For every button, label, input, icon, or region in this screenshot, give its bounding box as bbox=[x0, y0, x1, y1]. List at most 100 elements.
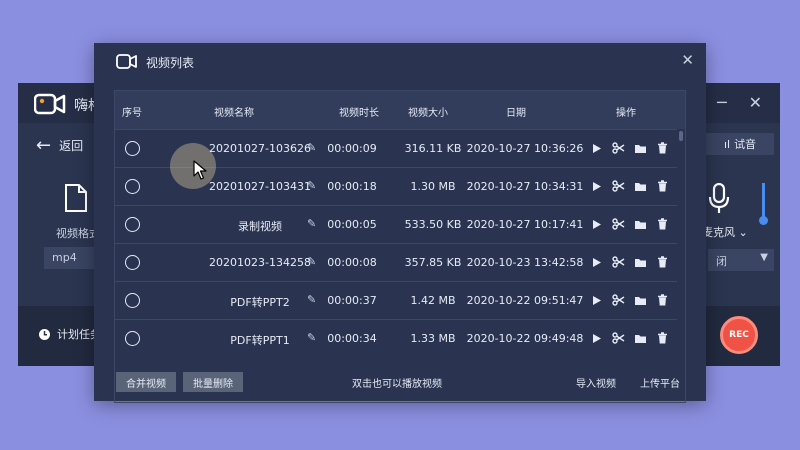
back-label: 返回 bbox=[59, 139, 84, 153]
merge-videos-button[interactable]: 合并视频 bbox=[116, 372, 176, 392]
dialog-title: 视频列表 bbox=[146, 56, 195, 70]
video-table: 序号 视频名称 视频时长 视频大小 日期 操作 20201027-103626 ✎… bbox=[114, 90, 686, 403]
table-header: 序号 视频名称 视频时长 视频大小 日期 操作 bbox=[115, 91, 685, 129]
video-duration: 00:00:37 bbox=[327, 294, 377, 307]
row-select-radio[interactable] bbox=[125, 179, 140, 194]
video-date: 2020-10-27 10:34:31 bbox=[466, 180, 584, 193]
row-actions bbox=[589, 141, 669, 155]
microphone-icon[interactable] bbox=[708, 182, 730, 219]
col-actions: 操作 bbox=[616, 108, 636, 119]
scissors-icon[interactable] bbox=[611, 255, 625, 269]
mic-label: 麦克风 ⌄ bbox=[702, 226, 748, 239]
video-date: 2020-10-22 09:51:47 bbox=[466, 294, 584, 307]
mic-volume-slider[interactable] bbox=[762, 183, 765, 219]
mic-select[interactable]: 闭 ▼ bbox=[708, 249, 774, 271]
scissors-icon[interactable] bbox=[611, 217, 625, 231]
video-date: 2020-10-27 10:36:26 bbox=[466, 142, 584, 155]
table-row[interactable]: 录制视频 ✎ 00:00:05 533.50 KB 2020-10-27 10:17:4… bbox=[115, 205, 677, 243]
table-row[interactable]: PDF转PPT1 ✎ 00:00:34 1.33 MB 2020-10-22 09:49… bbox=[115, 319, 677, 357]
schedule-button[interactable]: 计划任务 bbox=[38, 326, 101, 342]
table-row[interactable]: 20201023-134258 ✎ 00:00:08 357.85 KB 2020-10… bbox=[115, 243, 677, 281]
minimize-icon[interactable]: ─ bbox=[717, 93, 727, 112]
record-button[interactable]: REC bbox=[720, 316, 758, 354]
video-size: 316.11 KB bbox=[404, 142, 462, 155]
video-duration: 00:00:09 bbox=[327, 142, 377, 155]
scissors-icon[interactable] bbox=[611, 331, 625, 345]
back-button[interactable]: ← 返回 bbox=[36, 135, 83, 156]
row-actions bbox=[589, 179, 669, 193]
batch-delete-button[interactable]: 批量删除 bbox=[183, 372, 243, 392]
row-select-radio[interactable] bbox=[125, 331, 140, 346]
play-icon[interactable] bbox=[589, 255, 603, 269]
row-actions bbox=[589, 217, 669, 231]
video-duration: 00:00:34 bbox=[327, 332, 377, 345]
play-icon[interactable] bbox=[589, 179, 603, 193]
scissors-icon[interactable] bbox=[611, 141, 625, 155]
video-size: 1.33 MB bbox=[410, 332, 456, 345]
video-duration: 00:00:05 bbox=[327, 218, 377, 231]
trash-icon[interactable] bbox=[655, 141, 669, 155]
folder-icon[interactable] bbox=[633, 331, 647, 345]
camera-icon bbox=[33, 93, 66, 119]
listen-label: 试音 bbox=[734, 138, 757, 151]
scissors-icon[interactable] bbox=[611, 293, 625, 307]
folder-icon[interactable] bbox=[633, 179, 647, 193]
camera-icon bbox=[116, 54, 138, 73]
col-duration: 视频时长 bbox=[339, 108, 379, 119]
pencil-icon[interactable]: ✎ bbox=[307, 255, 316, 268]
video-duration: 00:00:18 bbox=[327, 180, 377, 193]
row-select-radio[interactable] bbox=[125, 255, 140, 270]
video-date: 2020-10-22 09:49:48 bbox=[466, 332, 584, 345]
play-icon[interactable] bbox=[589, 293, 603, 307]
scissors-icon[interactable] bbox=[611, 179, 625, 193]
back-arrow-icon: ← bbox=[36, 135, 52, 156]
close-icon[interactable]: ✕ bbox=[749, 93, 762, 112]
trash-icon[interactable] bbox=[655, 293, 669, 307]
pencil-icon[interactable]: ✎ bbox=[307, 293, 316, 306]
col-date: 日期 bbox=[506, 108, 526, 119]
folder-icon[interactable] bbox=[633, 141, 647, 155]
folder-icon[interactable] bbox=[633, 255, 647, 269]
trash-icon[interactable] bbox=[655, 179, 669, 193]
play-icon[interactable] bbox=[589, 331, 603, 345]
pencil-icon[interactable]: ✎ bbox=[307, 141, 316, 154]
video-size: 357.85 KB bbox=[404, 256, 462, 269]
col-size: 视频大小 bbox=[408, 108, 448, 119]
close-icon[interactable]: ✕ bbox=[681, 51, 694, 69]
folder-icon[interactable] bbox=[633, 293, 647, 307]
dialog-header: 视频列表 ✕ bbox=[94, 43, 706, 81]
listen-button[interactable]: ıl 试音 bbox=[706, 133, 774, 155]
mic-volume-knob[interactable] bbox=[759, 216, 768, 225]
bar-chart-icon: ıl bbox=[723, 137, 731, 151]
row-select-radio[interactable] bbox=[125, 141, 140, 156]
upload-platform-link[interactable]: 上传平台 bbox=[640, 375, 680, 390]
row-actions bbox=[589, 255, 669, 269]
video-date: 2020-10-27 10:17:41 bbox=[466, 218, 584, 231]
trash-icon[interactable] bbox=[655, 217, 669, 231]
video-duration: 00:00:08 bbox=[327, 256, 377, 269]
row-actions bbox=[589, 331, 669, 345]
table-scrollbar[interactable] bbox=[679, 131, 683, 141]
pencil-icon[interactable]: ✎ bbox=[307, 217, 316, 230]
video-size: 1.30 MB bbox=[410, 180, 456, 193]
mouse-pointer-icon bbox=[193, 160, 207, 184]
import-video-link[interactable]: 导入视频 bbox=[576, 375, 616, 390]
row-select-radio[interactable] bbox=[125, 217, 140, 232]
play-icon[interactable] bbox=[589, 217, 603, 231]
window-controls: ─ ✕ bbox=[717, 93, 762, 112]
trash-icon[interactable] bbox=[655, 331, 669, 345]
file-icon bbox=[64, 183, 88, 217]
table-row[interactable]: PDF转PPT2 ✎ 00:00:37 1.42 MB 2020-10-22 09:51… bbox=[115, 281, 677, 319]
row-actions bbox=[589, 293, 669, 307]
row-select-radio[interactable] bbox=[125, 293, 140, 308]
col-index: 序号 bbox=[122, 108, 142, 119]
chevron-down-icon[interactable]: ⌄ bbox=[739, 226, 748, 239]
folder-icon[interactable] bbox=[633, 217, 647, 231]
col-name: 视频名称 bbox=[214, 108, 254, 119]
trash-icon[interactable] bbox=[655, 255, 669, 269]
video-size: 1.42 MB bbox=[410, 294, 456, 307]
pencil-icon[interactable]: ✎ bbox=[307, 179, 316, 192]
play-icon[interactable] bbox=[589, 141, 603, 155]
pencil-icon[interactable]: ✎ bbox=[307, 331, 316, 344]
dropdown-arrow-icon: ▼ bbox=[760, 252, 768, 263]
